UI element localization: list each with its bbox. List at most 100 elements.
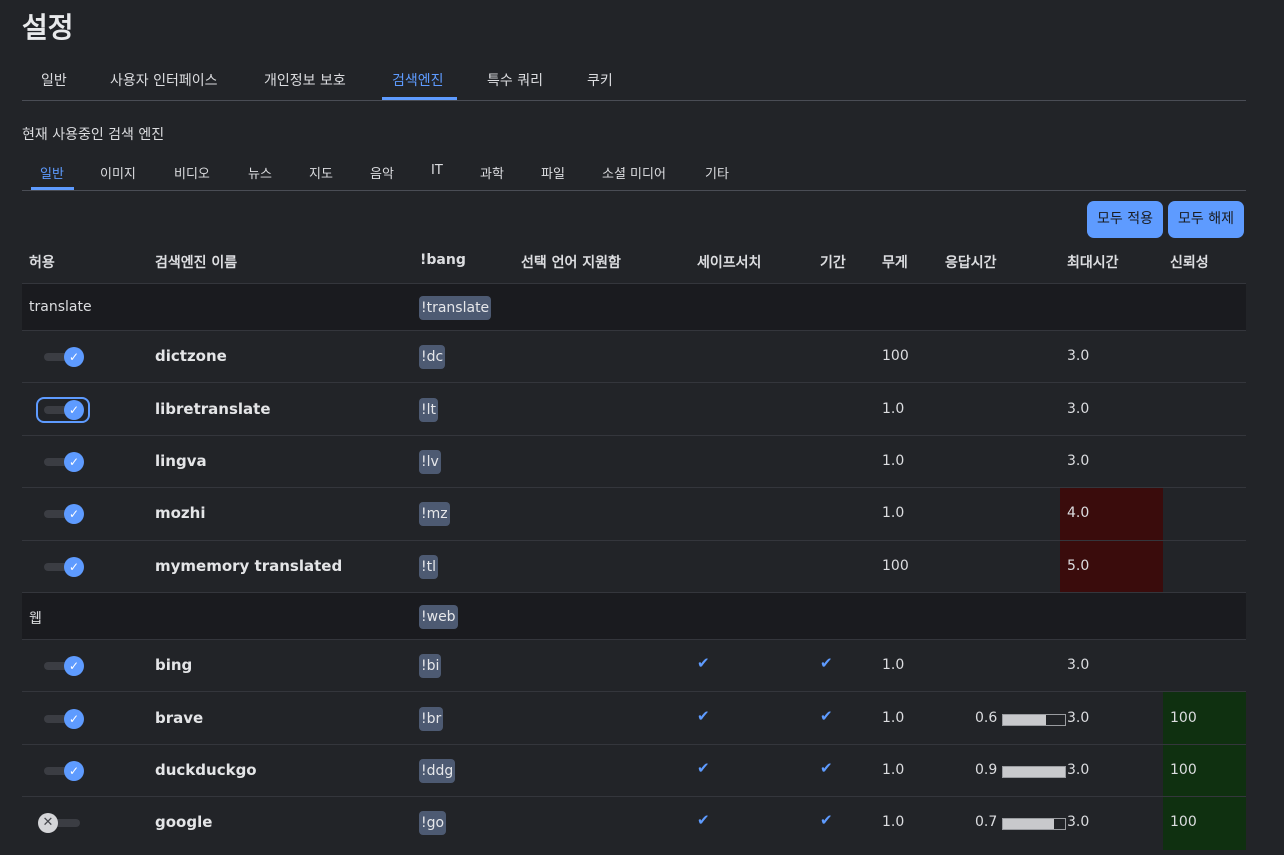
table-row: ✓ mymemory translated !tl 100 5.0 — [22, 539, 1246, 593]
bang-badge: !mz — [419, 502, 450, 527]
check-icon: ✓ — [64, 347, 84, 368]
engine-toggle[interactable]: ✓ — [42, 760, 86, 782]
max-time: 3.0 — [1067, 400, 1090, 417]
group-row: translate !translate — [22, 283, 1246, 331]
time-range-checkmark-icon: ✔ — [820, 654, 833, 673]
engine-name: duckduckgo — [155, 760, 257, 779]
reliability: 100 — [1170, 709, 1197, 726]
column-max-time: 최대시간 — [1067, 255, 1119, 271]
tab-user-interface[interactable]: 사용자 인터페이스 — [110, 70, 218, 90]
category-tab-other[interactable]: 기타 — [705, 163, 729, 182]
settings-page: 설정 일반 사용자 인터페이스 개인정보 보호 검색엔진 특수 쿼리 쿠키 현재… — [0, 0, 1284, 855]
engine-weight: 1.0 — [882, 452, 905, 469]
tab-engines[interactable]: 검색엔진 — [392, 70, 444, 90]
category-tab-science[interactable]: 과학 — [480, 163, 504, 182]
engine-name: mymemory translated — [155, 556, 343, 575]
tab-special-queries[interactable]: 특수 쿼리 — [487, 70, 543, 90]
safesearch-checkmark-icon: ✔ — [697, 811, 710, 830]
category-tab-files[interactable]: 파일 — [541, 163, 565, 182]
tab-general[interactable]: 일반 — [41, 70, 67, 90]
category-tab-general[interactable]: 일반 — [40, 163, 64, 182]
section-label: 현재 사용중인 검색 엔진 — [22, 127, 165, 143]
safesearch-checkmark-icon: ✔ — [697, 654, 710, 673]
group-bang-badge: !translate — [419, 296, 492, 320]
check-icon: ✓ — [64, 656, 84, 677]
x-icon: ✕ — [38, 813, 58, 834]
engine-name: brave — [155, 708, 204, 727]
max-time: 3.0 — [1067, 348, 1090, 365]
max-time: 3.0 — [1067, 814, 1090, 831]
tab-cookies[interactable]: 쿠키 — [587, 70, 613, 90]
table-row: ✓ dictzone !dc 100 3.0 — [22, 330, 1246, 383]
table-row: ✓ brave !br ✔ ✔ 1.0 0.6 3.0 100 — [22, 691, 1246, 745]
check-icon: ✓ — [64, 760, 84, 781]
disable-all-button[interactable]: 모두 해제 — [1168, 201, 1244, 238]
table-row: ✓ bing !bi ✔ ✔ 1.0 3.0 — [22, 639, 1246, 692]
group-name: 웹 — [29, 611, 42, 627]
engine-name: google — [155, 813, 213, 832]
time-range-checkmark-icon: ✔ — [820, 758, 833, 777]
category-tab-music[interactable]: 음악 — [370, 163, 394, 182]
response-time-bar-fill — [1003, 819, 1054, 830]
engine-name: libretranslate — [155, 399, 271, 418]
engine-weight: 1.0 — [882, 505, 905, 522]
category-tab-videos[interactable]: 비디오 — [174, 163, 210, 182]
category-tab-images[interactable]: 이미지 — [100, 163, 136, 182]
engine-weight: 1.0 — [882, 657, 905, 674]
engine-toggle[interactable]: ✓ — [42, 708, 86, 730]
tab-privacy[interactable]: 개인정보 보호 — [264, 70, 346, 90]
max-time: 3.0 — [1067, 709, 1090, 726]
engine-weight: 1.0 — [882, 400, 905, 417]
engine-toggle[interactable]: ✓ — [42, 346, 86, 368]
engine-name: lingva — [155, 451, 207, 470]
check-icon: ✓ — [64, 556, 84, 577]
response-time-bar-fill — [1003, 714, 1047, 725]
category-tab-social-media[interactable]: 소셜 미디어 — [602, 163, 666, 182]
bang-badge: !tl — [419, 554, 438, 579]
column-bang: !bang — [420, 252, 466, 268]
check-icon: ✓ — [64, 399, 84, 420]
column-safesearch: 세이프서치 — [697, 255, 762, 271]
column-engine-name: 검색엔진 이름 — [155, 255, 238, 271]
engine-weight: 1.0 — [882, 761, 905, 778]
engine-toggle[interactable]: ✓ — [42, 451, 86, 473]
engine-toggle[interactable]: ✕ — [38, 812, 86, 834]
engine-toggle[interactable]: ✓ — [42, 655, 86, 677]
check-icon: ✓ — [64, 504, 84, 525]
engine-weight: 100 — [882, 557, 909, 574]
table-row: ✓ libretranslate !lt 1.0 3.0 — [22, 382, 1246, 435]
engine-name: mozhi — [155, 504, 206, 523]
check-icon: ✓ — [64, 708, 84, 729]
engine-weight: 1.0 — [882, 814, 905, 831]
bang-badge: !bi — [419, 654, 442, 679]
response-time-bar — [1002, 765, 1066, 778]
response-time: 0.9 — [975, 761, 998, 778]
category-tab-map[interactable]: 지도 — [309, 163, 333, 182]
max-time: 4.0 — [1067, 505, 1090, 522]
enable-all-button[interactable]: 모두 적용 — [1087, 201, 1163, 238]
table-row: ✓ duckduckgo !ddg ✔ ✔ 1.0 0.9 3.0 100 — [22, 743, 1246, 798]
response-time: 0.6 — [975, 709, 998, 726]
column-allow: 허용 — [29, 255, 55, 271]
engine-toggle[interactable]: ✓ — [42, 503, 86, 525]
group-row: 웹 !web — [22, 592, 1246, 640]
max-time: 5.0 — [1067, 557, 1090, 574]
bang-badge: !lt — [419, 397, 438, 422]
engine-weight: 1.0 — [882, 709, 905, 726]
check-icon: ✓ — [64, 451, 84, 472]
engine-toggle[interactable]: ✓ — [42, 556, 86, 578]
category-tab-it[interactable]: IT — [431, 163, 443, 178]
table-row: ✓ mozhi !mz 1.0 4.0 — [22, 487, 1246, 541]
max-time: 3.0 — [1067, 657, 1090, 674]
engine-name: bing — [155, 656, 193, 675]
response-time: 0.7 — [975, 814, 998, 831]
time-range-checkmark-icon: ✔ — [820, 811, 833, 830]
active-category-indicator — [31, 187, 74, 190]
category-tab-bar: 일반 이미지 비디오 뉴스 지도 음악 IT 과학 파일 소셜 미디어 기타 — [22, 150, 1246, 191]
engine-toggle[interactable]: ✓ — [42, 399, 86, 421]
category-tab-news[interactable]: 뉴스 — [248, 163, 272, 182]
safesearch-checkmark-icon: ✔ — [697, 758, 710, 777]
column-response-time: 응답시간 — [945, 255, 997, 271]
time-range-checkmark-icon: ✔ — [820, 706, 833, 725]
column-language-support: 선택 언어 지원함 — [521, 255, 621, 271]
